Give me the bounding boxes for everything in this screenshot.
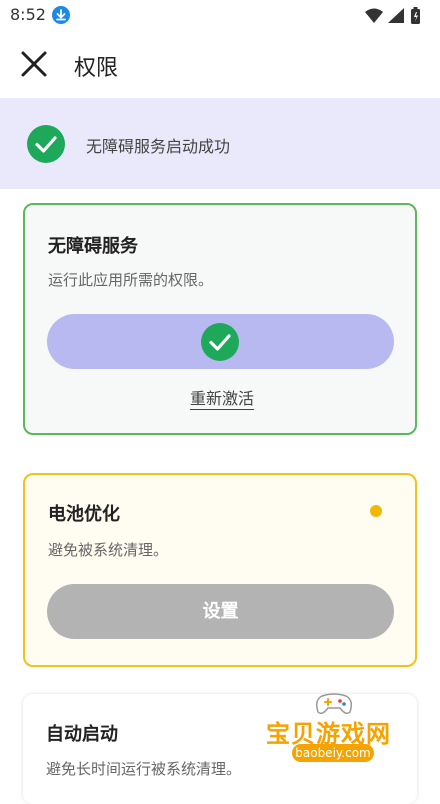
check-circle-icon [201,323,239,361]
signal-icon [388,8,404,23]
accessibility-card: 无障碍服务 运行此应用所需的权限。 重新激活 [23,203,417,435]
accessibility-status-pill[interactable] [47,314,394,369]
reactivate-label[interactable]: 重新激活 [189,389,254,410]
wifi-icon [365,8,383,23]
pending-indicator [370,505,382,517]
status-bar: 8:52 [0,0,440,30]
watermark-url: baobeiy.com [292,744,374,762]
status-icons [364,6,426,30]
page-title: 权限 [74,56,119,81]
battery-title: 电池优化 [48,504,120,525]
reactivate-link[interactable]: 重新激活 [25,385,419,410]
autostart-title: 自动启动 [46,724,118,745]
accessibility-title: 无障碍服务 [48,236,138,257]
accessibility-subtitle: 运行此应用所需的权限。 [48,271,214,289]
banner-text: 无障碍服务启动成功 [86,137,231,156]
status-time: 8:52 [10,5,46,24]
check-circle-icon [27,125,65,163]
battery-subtitle: 避免被系统清理。 [48,541,169,559]
success-banner: 无障碍服务启动成功 [0,98,440,189]
app-bar: 权限 [0,30,440,98]
watermark: 宝贝游戏网 baobeiy.com [262,688,412,778]
download-icon [52,6,70,24]
close-icon[interactable] [16,46,52,82]
battery-card: 电池优化 避免被系统清理。 设置 [23,473,417,667]
settings-button[interactable]: 设置 [47,584,394,639]
autostart-subtitle: 避免长时间运行被系统清理。 [46,760,242,778]
